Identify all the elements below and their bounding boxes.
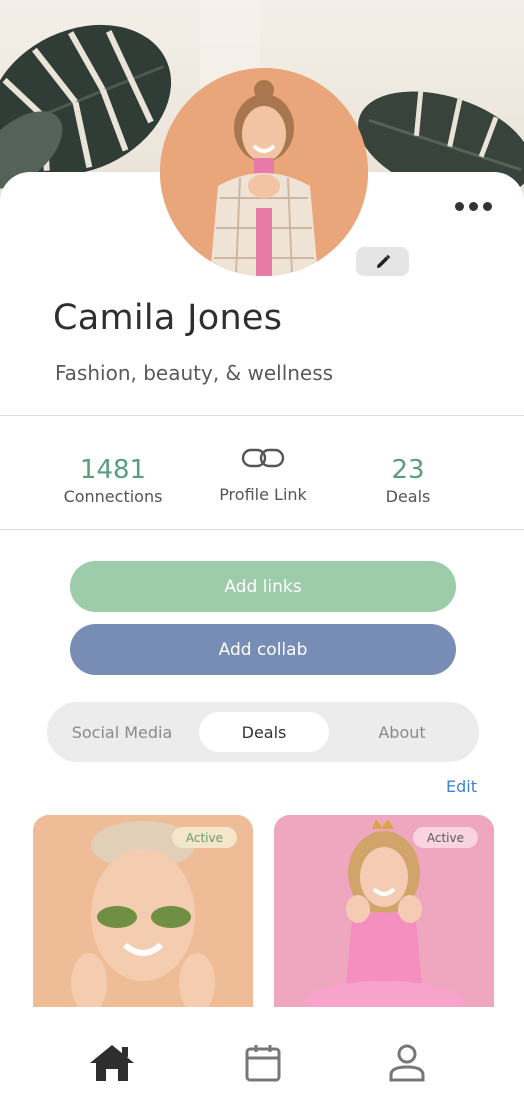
bottom-navigation [0, 1007, 524, 1112]
tab-deals[interactable]: Deals [199, 712, 329, 752]
deal-card[interactable]: Active [33, 815, 253, 1007]
stat-connections[interactable]: 1481 Connections [33, 455, 193, 506]
profile-name: Camila Jones [53, 298, 283, 338]
edit-deals-link[interactable]: Edit [446, 777, 477, 796]
add-links-button[interactable]: Add links [70, 561, 456, 612]
tab-about[interactable]: About [331, 702, 473, 762]
deal-card[interactable]: Active [274, 815, 494, 1007]
more-dot [482, 201, 492, 211]
profile-icon [389, 1044, 425, 1082]
nav-calendar[interactable] [239, 1041, 287, 1085]
link-icon-wrap [183, 445, 343, 471]
tab-social-media[interactable]: Social Media [47, 702, 197, 762]
profile-tabs: Social Media Deals About [47, 702, 479, 762]
divider [0, 415, 524, 416]
connections-count: 1481 [79, 455, 147, 485]
more-dot [468, 201, 478, 211]
edit-avatar-button[interactable] [356, 247, 409, 276]
stat-deals[interactable]: 23 Deals [328, 455, 488, 506]
add-collab-button[interactable]: Add collab [70, 624, 456, 675]
status-badge: Active [412, 827, 478, 848]
more-options-button[interactable] [448, 194, 498, 218]
home-icon [90, 1045, 134, 1081]
status-badge: Active [171, 827, 237, 848]
stat-profile-link[interactable]: Profile Link [183, 445, 343, 504]
divider [0, 529, 524, 530]
more-dot [454, 201, 464, 211]
avatar[interactable] [160, 68, 368, 276]
pencil-icon [376, 254, 390, 268]
nav-profile[interactable] [383, 1041, 431, 1085]
profile-link-label: Profile Link [219, 485, 307, 504]
avatar-photo [160, 68, 368, 276]
nav-home[interactable] [88, 1041, 136, 1085]
connections-label: Connections [63, 487, 163, 506]
deals-count: 23 [391, 455, 425, 485]
profile-bio: Fashion, beauty, & wellness [55, 361, 334, 385]
calendar-icon [245, 1045, 281, 1082]
deals-label: Deals [385, 487, 431, 506]
link-icon [241, 448, 285, 468]
